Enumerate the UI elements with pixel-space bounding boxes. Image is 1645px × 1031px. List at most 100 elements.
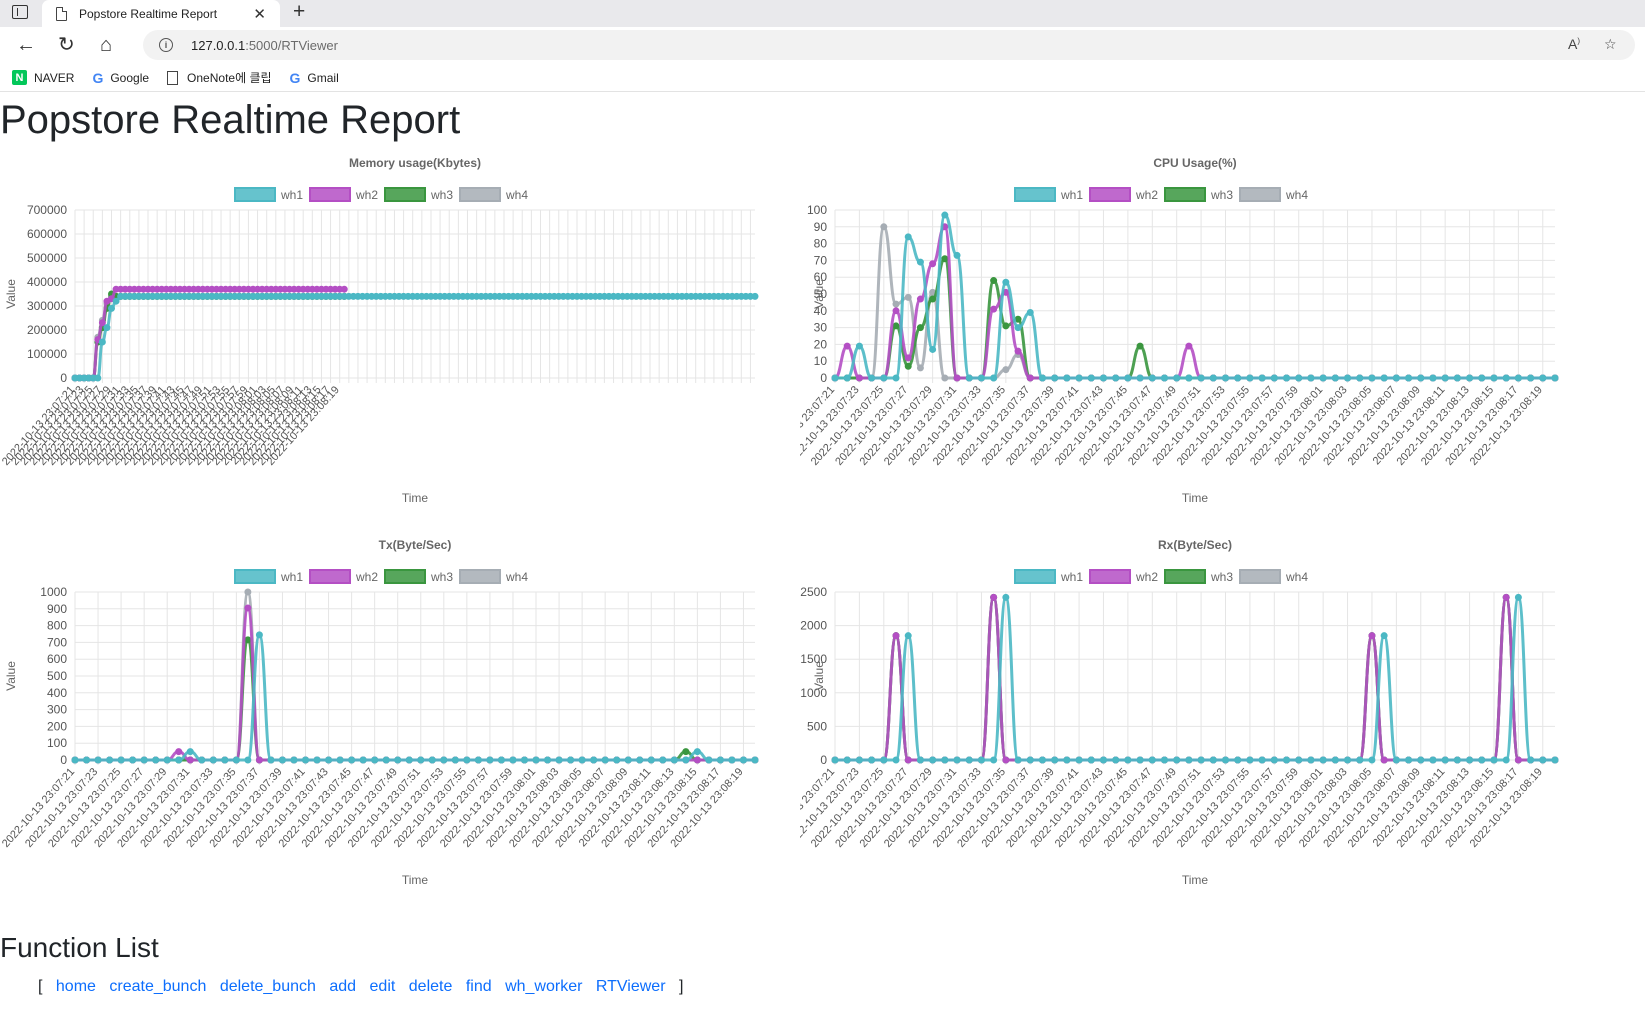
data-point-wh1[interactable] <box>382 756 390 764</box>
data-point-wh2[interactable] <box>244 604 252 612</box>
data-point-wh1[interactable] <box>1075 374 1083 382</box>
data-point-wh2[interactable] <box>340 285 348 293</box>
data-point-wh1[interactable] <box>1270 374 1278 382</box>
data-point-wh1[interactable] <box>117 756 125 764</box>
data-point-wh1[interactable] <box>1099 374 1107 382</box>
data-point-wh1[interactable] <box>1124 374 1132 382</box>
data-point-wh1[interactable] <box>1173 756 1181 764</box>
data-point-wh1[interactable] <box>929 756 937 764</box>
data-point-wh1[interactable] <box>1502 756 1510 764</box>
data-point-wh1[interactable] <box>1405 374 1413 382</box>
data-point-wh1[interactable] <box>578 756 586 764</box>
data-point-wh1[interactable] <box>1344 756 1352 764</box>
data-point-wh1[interactable] <box>108 304 116 312</box>
data-point-wh1[interactable] <box>302 756 310 764</box>
data-point-wh1[interactable] <box>1539 374 1547 382</box>
data-point-wh1[interactable] <box>977 756 985 764</box>
data-point-wh1[interactable] <box>1112 374 1120 382</box>
link-rtviewer[interactable]: RTViewer <box>596 978 666 995</box>
data-point-wh2[interactable] <box>892 632 900 640</box>
legend-item-wh4[interactable]: wh4 <box>459 569 528 584</box>
data-point-wh2[interactable] <box>255 756 263 764</box>
data-point-wh1[interactable] <box>98 338 106 346</box>
data-point-wh1[interactable] <box>336 756 344 764</box>
data-point-wh1[interactable] <box>1490 756 1498 764</box>
data-point-wh1[interactable] <box>1356 374 1364 382</box>
legend-item-wh2[interactable]: wh2 <box>1089 187 1158 202</box>
legend-item-wh3[interactable]: wh3 <box>384 569 453 584</box>
data-point-wh1[interactable] <box>1307 756 1315 764</box>
data-point-wh1[interactable] <box>977 374 985 382</box>
data-point-wh1[interactable] <box>94 374 102 382</box>
data-point-wh1[interactable] <box>1514 593 1522 601</box>
tab-actions-icon[interactable] <box>12 5 28 19</box>
data-point-wh1[interactable] <box>175 756 183 764</box>
data-point-wh1[interactable] <box>1234 756 1242 764</box>
data-point-wh1[interactable] <box>601 756 609 764</box>
data-point-wh1[interactable] <box>83 756 91 764</box>
data-point-wh1[interactable] <box>855 342 863 350</box>
data-point-wh1[interactable] <box>693 748 701 756</box>
data-point-wh1[interactable] <box>1026 756 1034 764</box>
data-point-wh3[interactable] <box>892 322 900 330</box>
data-point-wh1[interactable] <box>463 756 471 764</box>
data-point-wh1[interactable] <box>1453 756 1461 764</box>
data-point-wh1[interactable] <box>348 756 356 764</box>
data-point-wh1[interactable] <box>1490 374 1498 382</box>
data-point-wh1[interactable] <box>1075 756 1083 764</box>
data-point-wh1[interactable] <box>1038 374 1046 382</box>
data-point-wh1[interactable] <box>1453 374 1461 382</box>
data-point-wh1[interactable] <box>1368 756 1376 764</box>
data-point-wh2[interactable] <box>1368 632 1376 640</box>
data-point-wh1[interactable] <box>71 756 79 764</box>
data-point-wh1[interactable] <box>904 632 912 640</box>
data-point-wh1[interactable] <box>1527 756 1535 764</box>
data-point-wh1[interactable] <box>1380 374 1388 382</box>
data-point-wh1[interactable] <box>152 756 160 764</box>
data-point-wh1[interactable] <box>831 756 839 764</box>
data-point-wh1[interactable] <box>1258 756 1266 764</box>
data-point-wh1[interactable] <box>1527 374 1535 382</box>
data-point-wh1[interactable] <box>1258 374 1266 382</box>
data-point-wh1[interactable] <box>1283 374 1291 382</box>
data-point-wh1[interactable] <box>1405 756 1413 764</box>
data-point-wh1[interactable] <box>1124 756 1132 764</box>
legend-item-wh2[interactable]: wh2 <box>309 569 378 584</box>
data-point-wh1[interactable] <box>880 374 888 382</box>
data-point-wh1[interactable] <box>567 756 575 764</box>
link-find[interactable]: find <box>466 978 492 995</box>
data-point-wh1[interactable] <box>1197 374 1205 382</box>
data-point-wh1[interactable] <box>916 258 924 266</box>
data-point-wh1[interactable] <box>1514 374 1522 382</box>
data-point-wh1[interactable] <box>990 374 998 382</box>
data-point-wh1[interactable] <box>359 756 367 764</box>
data-point-wh2[interactable] <box>1026 374 1034 382</box>
data-point-wh1[interactable] <box>868 374 876 382</box>
data-point-wh2[interactable] <box>916 295 924 303</box>
data-point-wh1[interactable] <box>659 756 667 764</box>
data-point-wh3[interactable] <box>990 277 998 285</box>
legend-item-wh3[interactable]: wh3 <box>384 187 453 202</box>
data-point-wh3[interactable] <box>941 255 949 263</box>
back-icon[interactable]: ← <box>16 32 36 58</box>
legend-item-wh2[interactable]: wh2 <box>309 187 378 202</box>
data-point-wh1[interactable] <box>739 756 747 764</box>
data-point-wh1[interactable] <box>929 345 937 353</box>
data-point-wh1[interactable] <box>1331 374 1339 382</box>
data-point-wh2[interactable] <box>843 342 851 350</box>
data-point-wh1[interactable] <box>267 756 275 764</box>
data-point-wh1[interactable] <box>221 756 229 764</box>
data-point-wh4[interactable] <box>916 364 924 372</box>
data-point-wh1[interactable] <box>1331 756 1339 764</box>
data-point-wh1[interactable] <box>106 756 114 764</box>
data-point-wh1[interactable] <box>613 756 621 764</box>
data-point-wh1[interactable] <box>1234 374 1242 382</box>
data-point-wh1[interactable] <box>428 756 436 764</box>
data-point-wh2[interactable] <box>990 305 998 313</box>
data-point-wh1[interactable] <box>1160 756 1168 764</box>
data-point-wh1[interactable] <box>1087 756 1095 764</box>
data-point-wh1[interactable] <box>112 297 120 305</box>
bookmark-onenote[interactable]: OneNote에 클립 <box>167 69 272 86</box>
legend-item-wh2[interactable]: wh2 <box>1089 569 1158 584</box>
legend-item-wh4[interactable]: wh4 <box>459 187 528 202</box>
